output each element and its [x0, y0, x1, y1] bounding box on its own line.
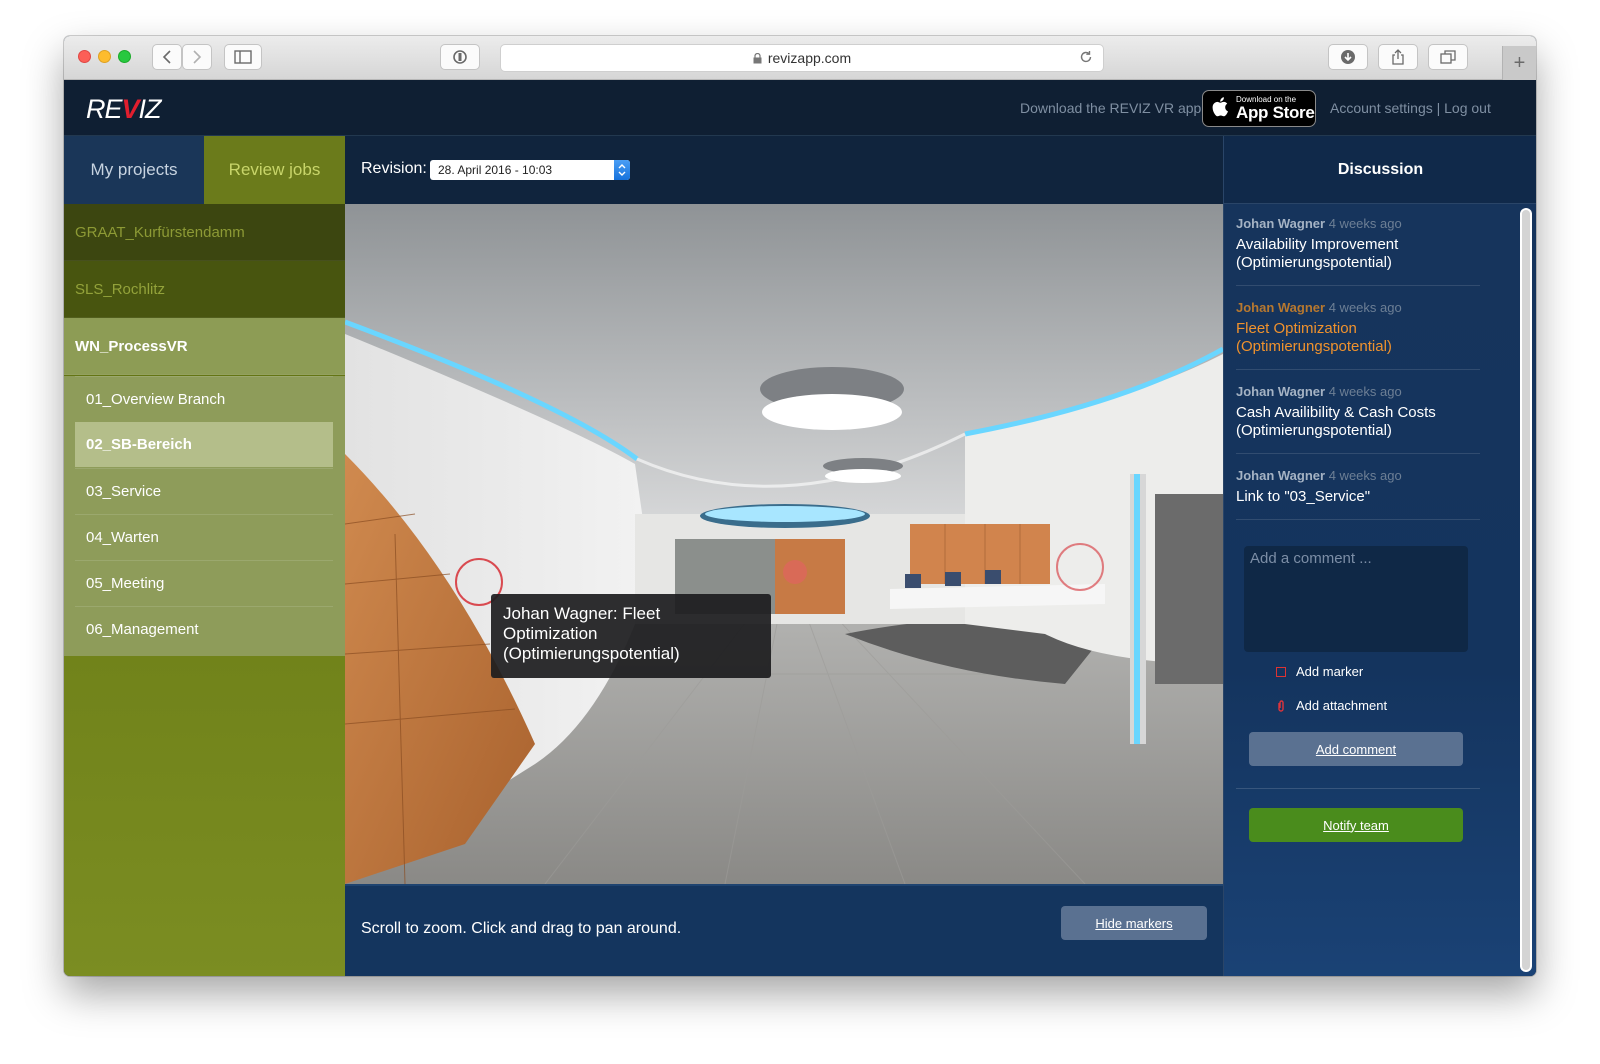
comment-meta: Johan Wagner 4 weeks ago — [1236, 216, 1402, 231]
sidebar-icon — [234, 50, 252, 64]
hide-markers-button[interactable]: Hide markers — [1061, 906, 1207, 940]
add-comment-button[interactable]: Add comment — [1249, 732, 1463, 766]
app-store-badge[interactable]: Download on the App Store — [1202, 90, 1316, 127]
revision-value: 28. April 2016 - 10:03 — [438, 163, 553, 177]
comment-text: Cash Availibility & Cash Costs (Optimier… — [1236, 404, 1436, 439]
new-tab-button[interactable]: + — [1502, 46, 1536, 80]
tabs-icon — [1440, 50, 1456, 64]
downloads-button[interactable] — [1328, 44, 1368, 70]
panorama-viewer[interactable]: Johan Wagner: Fleet Optimization (Optimi… — [345, 204, 1223, 884]
download-app-text: Download the REVIZ VR app — [1020, 100, 1202, 116]
zoom-window-button[interactable] — [118, 50, 131, 63]
viewer-footer: Scroll to zoom. Click and drag to pan ar… — [345, 884, 1223, 976]
scene-item[interactable]: 05_Meeting — [75, 560, 333, 605]
lock-icon — [753, 52, 762, 64]
discussion-divider — [1236, 788, 1480, 789]
url-text: revizapp.com — [767, 50, 852, 66]
account-links[interactable]: Account settings | Log out — [1330, 100, 1491, 116]
app-header: REVIZ Download the REVIZ VR app Download… — [64, 80, 1536, 136]
scene-list: 01_Overview Branch 02_SB-Bereich 03_Serv… — [64, 376, 345, 656]
discussion-scrollbar-thumb[interactable] — [1522, 210, 1530, 970]
add-attachment-label: Add attachment — [1296, 698, 1388, 713]
scene-item[interactable]: 04_Warten — [75, 514, 333, 559]
tab-review-jobs[interactable]: Review jobs — [204, 136, 345, 204]
panorama-image[interactable] — [345, 204, 1223, 884]
scene-item[interactable]: 06_Management — [75, 606, 333, 651]
forward-button[interactable] — [182, 44, 212, 70]
comment-meta: Johan Wagner 4 weeks ago — [1236, 384, 1402, 399]
close-window-button[interactable] — [78, 50, 91, 63]
chevron-left-icon — [162, 50, 171, 64]
sidebar-tabs: My projects Review jobs — [64, 136, 345, 204]
revision-bar: Revision: 28. April 2016 - 10:03 — [345, 136, 1223, 204]
add-marker-checkbox[interactable]: Add marker — [1276, 664, 1363, 679]
marker-availability[interactable] — [1056, 543, 1104, 591]
tab-my-projects[interactable]: My projects — [64, 136, 204, 204]
scene-item-selected[interactable]: 02_SB-Bereich — [75, 422, 333, 467]
reload-icon[interactable] — [1079, 50, 1093, 67]
minimize-window-button[interactable] — [98, 50, 111, 63]
add-marker-label: Add marker — [1296, 664, 1364, 679]
revision-label: Revision: — [361, 160, 427, 177]
comment-item[interactable]: Johan Wagner 4 weeks ago Availability Im… — [1236, 216, 1480, 286]
project-item-wn-processvr[interactable]: WN_ProcessVR — [64, 318, 345, 375]
download-icon — [1341, 50, 1355, 64]
project-sidebar: My projects Review jobs GRAAT_Kurfürsten… — [64, 136, 345, 976]
plus-icon: + — [1513, 51, 1526, 74]
discussion-body: Johan Wagner 4 weeks ago Availability Im… — [1224, 204, 1536, 976]
revision-select[interactable]: 28. April 2016 - 10:03 — [430, 160, 630, 180]
discussion-title: Discussion — [1224, 136, 1536, 204]
paperclip-icon — [1276, 699, 1286, 712]
project-item-sls[interactable]: SLS_Rochlitz — [64, 261, 345, 318]
back-button[interactable] — [152, 44, 182, 70]
comment-item[interactable]: Johan Wagner 4 weeks ago Cash Availibili… — [1236, 384, 1480, 454]
browser-window: revizapp.com + REVIZ Download the REVIZ … — [64, 36, 1536, 976]
checkbox-icon — [1276, 666, 1286, 677]
comment-item-highlighted[interactable]: Johan Wagner 4 weeks ago Fleet Optimizat… — [1236, 300, 1480, 370]
reviz-logo[interactable]: REVIZ — [86, 94, 162, 125]
browser-toolbar: revizapp.com + — [64, 36, 1536, 80]
scene-item[interactable]: 03_Service — [75, 468, 333, 513]
add-attachment-link[interactable]: Add attachment — [1276, 698, 1387, 713]
share-button[interactable] — [1378, 44, 1418, 70]
select-stepper-icon — [614, 160, 630, 180]
discussion-panel: Discussion Johan Wagner 4 weeks ago Avai… — [1223, 136, 1536, 976]
comment-item[interactable]: Johan Wagner 4 weeks ago Link to "03_Ser… — [1236, 468, 1480, 520]
notify-team-button[interactable]: Notify team — [1249, 808, 1463, 842]
marker-tooltip: Johan Wagner: Fleet Optimization (Optimi… — [491, 594, 771, 678]
tabs-overview-button[interactable] — [1428, 44, 1468, 70]
comment-input[interactable]: Add a comment ... — [1244, 546, 1468, 652]
shield-icon — [453, 50, 467, 64]
comment-meta: Johan Wagner 4 weeks ago — [1236, 300, 1402, 315]
sidebar-toggle-button[interactable] — [224, 44, 262, 70]
app-store-label: Download on the App Store — [1236, 95, 1315, 122]
comment-meta: Johan Wagner 4 weeks ago — [1236, 468, 1402, 483]
comment-text: Availability Improvement (Optimierungspo… — [1236, 236, 1399, 271]
scene-item[interactable]: 01_Overview Branch — [75, 376, 333, 421]
address-bar[interactable]: revizapp.com — [500, 44, 1104, 72]
comment-text: Link to "03_Service" — [1236, 488, 1371, 505]
share-icon — [1392, 49, 1404, 65]
comment-text: Fleet Optimization (Optimierungspotentia… — [1236, 320, 1392, 355]
project-item-graat[interactable]: GRAAT_Kurfürstendamm — [64, 204, 345, 261]
apple-icon — [1212, 96, 1230, 122]
privacy-shield-button[interactable] — [440, 44, 480, 70]
navigation-hint: Scroll to zoom. Click and drag to pan ar… — [361, 920, 682, 937]
chevron-right-icon — [193, 50, 202, 64]
